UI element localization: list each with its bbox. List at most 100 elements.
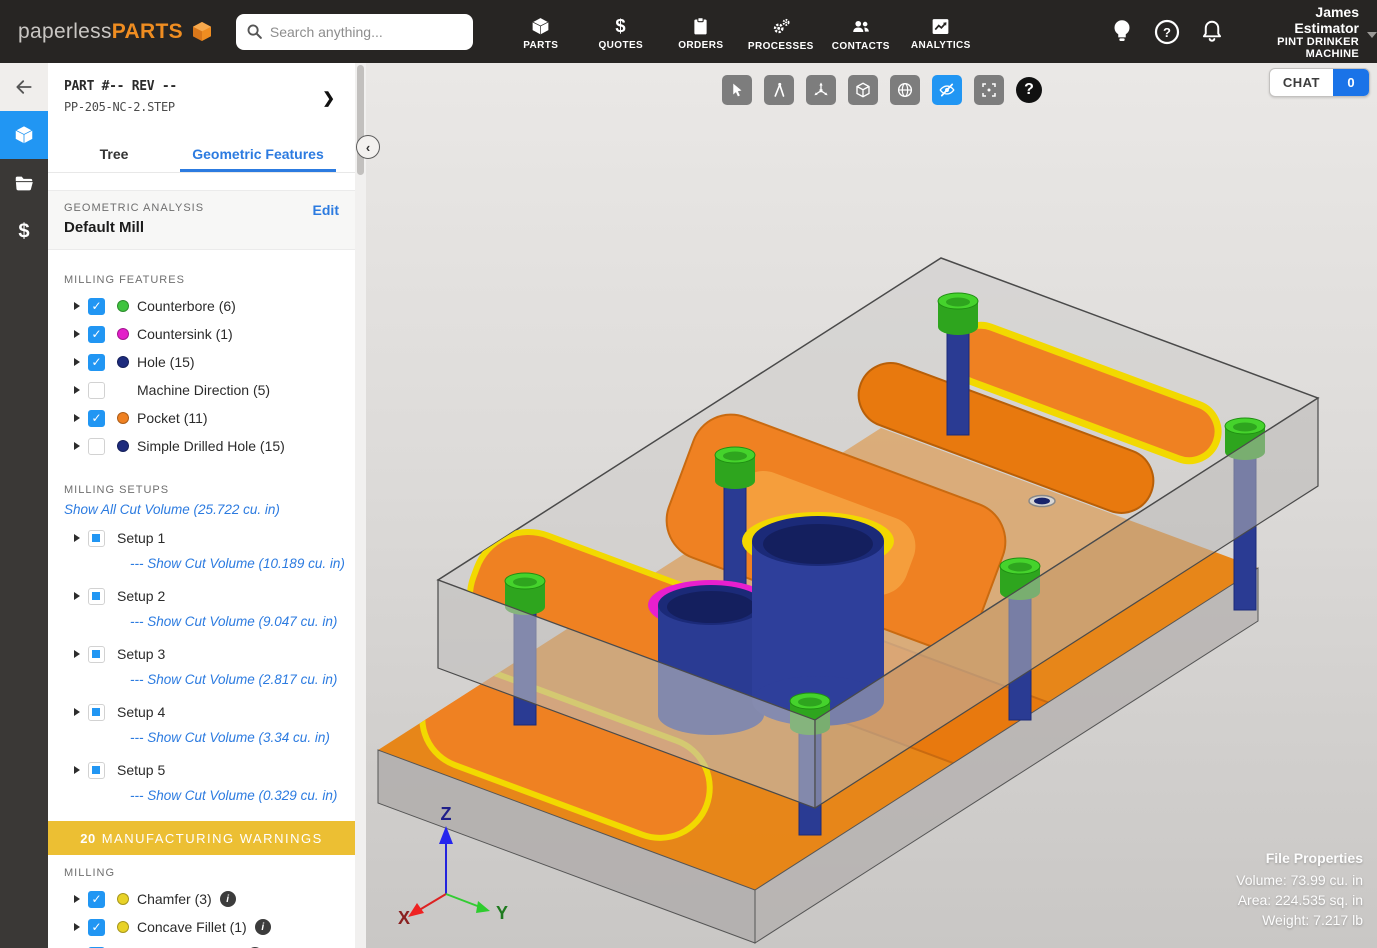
setup-name[interactable]: Setup 1 bbox=[117, 530, 165, 546]
feature-checkbox[interactable] bbox=[88, 325, 105, 343]
feature-color-dot bbox=[117, 412, 129, 424]
feature-color-dot bbox=[117, 300, 129, 312]
panel-tabs: Tree Geometric Features bbox=[48, 135, 355, 173]
setup-name[interactable]: Setup 4 bbox=[117, 704, 165, 720]
expand-arrow-icon[interactable] bbox=[74, 650, 80, 658]
feature-label[interactable]: Hole (15) bbox=[137, 354, 195, 370]
app-logo[interactable]: paperless PARTS bbox=[18, 20, 214, 44]
feature-checkbox[interactable] bbox=[88, 409, 105, 427]
nav-analytics[interactable]: ANALYTICS bbox=[901, 12, 981, 52]
expand-arrow-icon[interactable] bbox=[74, 708, 80, 716]
globe-view-button[interactable] bbox=[890, 75, 920, 105]
feature-label[interactable]: Counterbore (6) bbox=[137, 298, 236, 314]
chevron-right-icon[interactable]: ❯ bbox=[322, 89, 335, 107]
user-menu[interactable]: James Estimator PINT DRINKER MACHINE bbox=[1249, 4, 1377, 60]
select-tool-button[interactable] bbox=[722, 75, 752, 105]
setup-1: Setup 1 --- Show Cut Volume (10.189 cu. … bbox=[48, 525, 355, 575]
show-cut-volume-link[interactable]: --- Show Cut Volume (3.34 cu. in) bbox=[130, 730, 330, 745]
part-header: PART #-- REV -- PP-205-NC-2.STEP ❯ bbox=[48, 63, 355, 135]
feature-checkbox[interactable] bbox=[88, 381, 105, 399]
chat-count-badge: 0 bbox=[1333, 69, 1369, 96]
warning-label[interactable]: Chamfer (3) bbox=[137, 891, 212, 907]
feature-label[interactable]: Pocket (11) bbox=[137, 410, 208, 426]
expand-arrow-icon[interactable] bbox=[74, 534, 80, 542]
expand-arrow-icon[interactable] bbox=[74, 923, 80, 931]
setup-checkbox[interactable] bbox=[88, 761, 105, 779]
setup-name[interactable]: Setup 2 bbox=[117, 588, 165, 604]
warning-label[interactable]: Concave Fillet (1) bbox=[137, 919, 247, 935]
top-bar: paperlessPARTS PARTS $ QUOTES ORDERS PRO… bbox=[0, 0, 1377, 63]
setup-checkbox[interactable] bbox=[88, 703, 105, 721]
feature-label[interactable]: Countersink (1) bbox=[137, 326, 233, 342]
feature-checkbox[interactable] bbox=[88, 437, 105, 455]
nav-quotes[interactable]: $ QUOTES bbox=[581, 12, 661, 52]
nav-processes[interactable]: PROCESSES bbox=[741, 12, 821, 52]
orientation-tool-button[interactable] bbox=[806, 75, 836, 105]
user-name: James Estimator bbox=[1294, 3, 1359, 36]
cube-view-button[interactable] bbox=[848, 75, 878, 105]
manufacturing-warnings-banner[interactable]: 20 MANUFACTURING WARNINGS bbox=[48, 821, 355, 855]
axis-z-label: Z bbox=[441, 806, 452, 824]
rail-item-part-viewer[interactable] bbox=[0, 111, 48, 159]
info-icon[interactable]: i bbox=[254, 919, 271, 935]
globe-icon bbox=[897, 82, 913, 98]
show-cut-volume-link[interactable]: --- Show Cut Volume (2.817 cu. in) bbox=[130, 672, 337, 687]
measure-tool-button[interactable] bbox=[764, 75, 794, 105]
focus-button[interactable] bbox=[974, 75, 1004, 105]
info-icon[interactable]: i bbox=[219, 891, 236, 907]
panel-scrollbar[interactable] bbox=[355, 63, 366, 948]
expand-arrow-icon[interactable] bbox=[74, 358, 80, 366]
top-actions: ? bbox=[1109, 17, 1225, 47]
expand-arrow-icon[interactable] bbox=[74, 414, 80, 422]
svg-text:$: $ bbox=[616, 16, 626, 36]
expand-arrow-icon[interactable] bbox=[74, 330, 80, 338]
expand-arrow-icon[interactable] bbox=[74, 592, 80, 600]
tab-tree[interactable]: Tree bbox=[48, 135, 180, 172]
feature-label[interactable]: Simple Drilled Hole (15) bbox=[137, 438, 285, 454]
tab-geometric-features[interactable]: Geometric Features bbox=[180, 135, 336, 172]
orientation-icon bbox=[814, 82, 828, 96]
expand-arrow-icon[interactable] bbox=[74, 302, 80, 310]
scrollbar-thumb[interactable] bbox=[357, 65, 364, 175]
show-all-cut-volume-link[interactable]: Show All Cut Volume (25.722 cu. in) bbox=[64, 502, 339, 517]
chevron-down-icon bbox=[1367, 31, 1377, 38]
geometric-analysis-block: GEOMETRIC ANALYSIS Edit Default Mill bbox=[48, 190, 355, 250]
setup-checkbox[interactable] bbox=[88, 587, 105, 605]
feature-checkbox[interactable] bbox=[88, 297, 105, 315]
search-icon bbox=[247, 24, 262, 39]
feature-checkbox[interactable] bbox=[88, 353, 105, 371]
setup-name[interactable]: Setup 5 bbox=[117, 762, 165, 778]
milling-features-title: MILLING FEATURES bbox=[64, 274, 185, 286]
people-icon bbox=[853, 20, 869, 32]
feature-row-counterbore: Counterbore (6) bbox=[48, 292, 355, 320]
bell-icon[interactable] bbox=[1199, 18, 1225, 46]
help-icon[interactable]: ? bbox=[1153, 18, 1181, 46]
expand-arrow-icon[interactable] bbox=[74, 766, 80, 774]
expand-arrow-icon[interactable] bbox=[74, 895, 80, 903]
show-cut-volume-link[interactable]: --- Show Cut Volume (9.047 cu. in) bbox=[130, 614, 337, 629]
lightbulb-icon[interactable] bbox=[1109, 17, 1135, 47]
search-input[interactable] bbox=[269, 23, 463, 40]
expand-arrow-icon[interactable] bbox=[74, 442, 80, 450]
expand-arrow-icon[interactable] bbox=[74, 386, 80, 394]
nav-contacts[interactable]: CONTACTS bbox=[821, 12, 901, 52]
show-cut-volume-link[interactable]: --- Show Cut Volume (10.189 cu. in) bbox=[130, 556, 345, 571]
setup-checkbox[interactable] bbox=[88, 645, 105, 663]
edit-analysis-link[interactable]: Edit bbox=[313, 202, 339, 218]
setup-name[interactable]: Setup 3 bbox=[117, 646, 165, 662]
show-cut-volume-link[interactable]: --- Show Cut Volume (0.329 cu. in) bbox=[130, 788, 337, 803]
rail-item-pricing[interactable]: $ bbox=[0, 207, 48, 255]
feature-label[interactable]: Machine Direction (5) bbox=[137, 382, 270, 398]
nav-orders[interactable]: ORDERS bbox=[661, 12, 741, 52]
back-button[interactable] bbox=[0, 63, 48, 111]
setup-checkbox[interactable] bbox=[88, 529, 105, 547]
model-viewer[interactable]: ? CHAT 0 Z X Y File Properties Volume: 7… bbox=[366, 63, 1377, 948]
hide-features-button[interactable] bbox=[932, 75, 962, 105]
warning-checkbox[interactable] bbox=[88, 918, 105, 936]
warning-checkbox[interactable] bbox=[88, 890, 105, 908]
chat-button[interactable]: CHAT 0 bbox=[1268, 68, 1370, 97]
viewer-help-button[interactable]: ? bbox=[1016, 77, 1042, 103]
rail-item-files[interactable] bbox=[0, 159, 48, 207]
nav-parts[interactable]: PARTS bbox=[501, 12, 581, 52]
collapse-panel-button[interactable]: ‹ bbox=[356, 135, 380, 159]
